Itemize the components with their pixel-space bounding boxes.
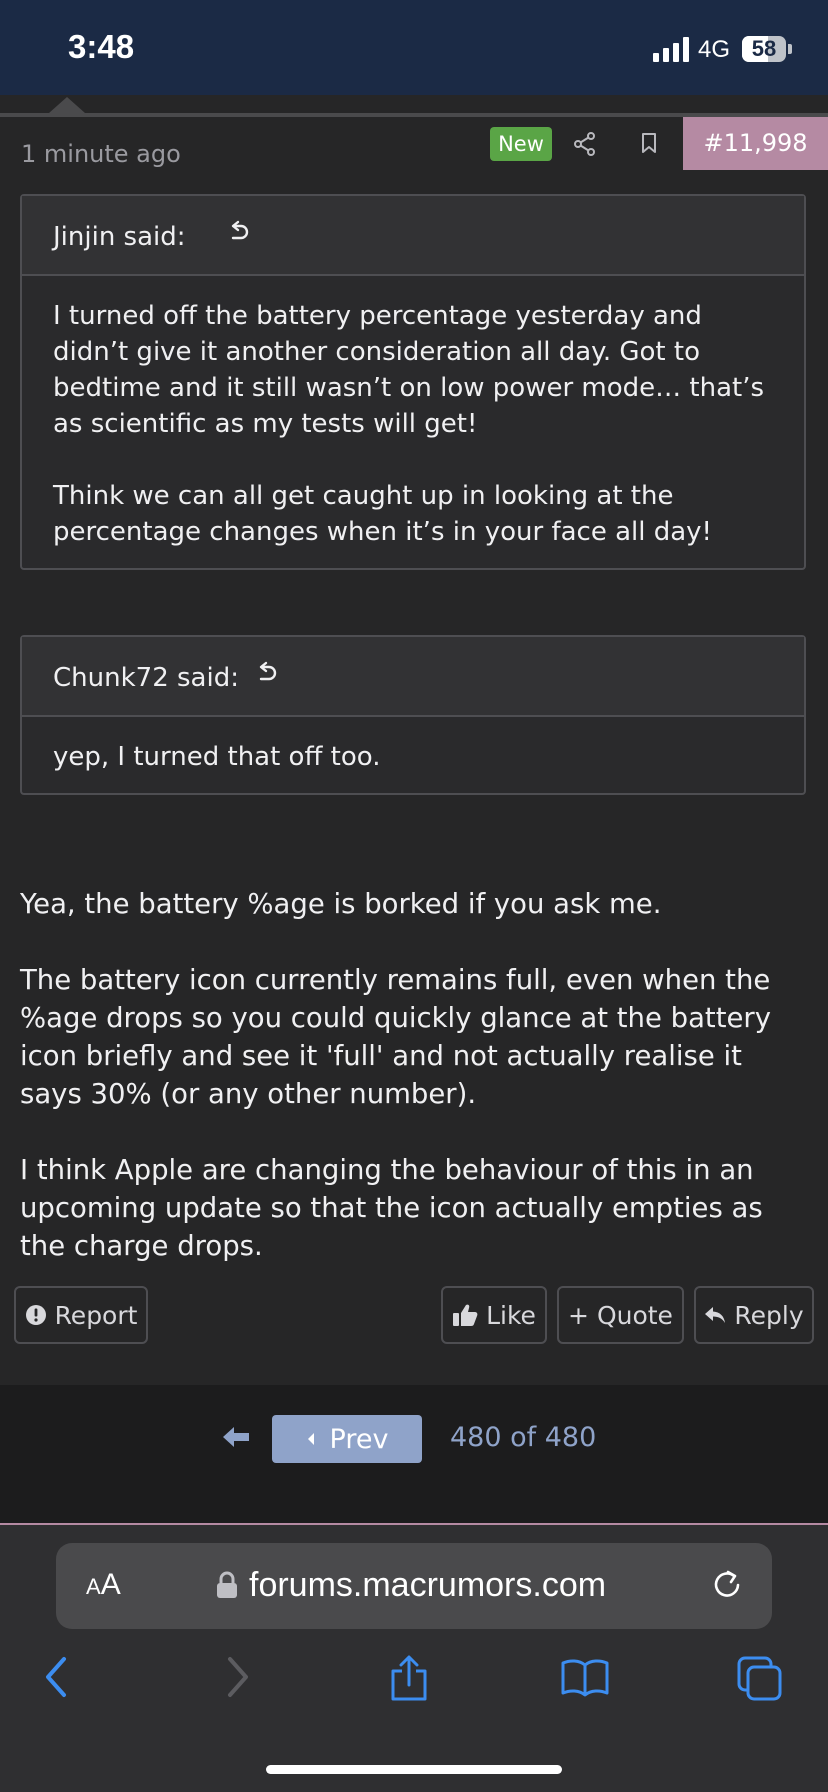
status-time: 3:48 xyxy=(68,28,135,65)
reply-arrow-icon xyxy=(705,1307,726,1323)
quote-header[interactable]: Chunk72 said: xyxy=(22,637,804,717)
thumbs-up-icon xyxy=(453,1304,478,1326)
prev-page-button[interactable]: Prev xyxy=(272,1415,422,1463)
reply-label: Reply xyxy=(734,1300,804,1330)
reply-button[interactable]: Reply xyxy=(694,1286,814,1344)
message-paragraph: Yea, the battery %age is borked if you a… xyxy=(20,888,662,920)
message-paragraph: I think Apple are changing the behaviour… xyxy=(20,1154,763,1262)
battery-icon: 58 xyxy=(742,36,786,62)
message-body: Yea, the battery %age is borked if you a… xyxy=(20,885,810,1265)
text-size-big-a: A xyxy=(100,1568,121,1601)
share-sheet-icon[interactable] xyxy=(388,1655,430,1707)
like-button[interactable]: Like xyxy=(441,1286,547,1344)
forward-icon[interactable] xyxy=(220,1655,254,1703)
back-icon[interactable] xyxy=(40,1655,74,1703)
text-size-small-a: A xyxy=(86,1574,101,1599)
quote-paragraph: yep, I turned that off too. xyxy=(53,742,381,772)
quote-block: Jinjin said: I turned off the battery pe… xyxy=(20,194,806,570)
message-paragraph: The battery icon currently remains full,… xyxy=(20,964,771,1110)
reload-icon[interactable] xyxy=(710,1568,744,1606)
caret-left-icon xyxy=(307,1433,314,1445)
go-to-quote-icon[interactable] xyxy=(254,661,280,691)
quote-block: Chunk72 said: yep, I turned that off too… xyxy=(20,635,806,795)
report-label: Report xyxy=(54,1300,138,1330)
cellular-signal-icon xyxy=(653,36,691,62)
text-size-button[interactable]: AA xyxy=(86,1568,121,1602)
quote-paragraph: Think we can all get caught up in lookin… xyxy=(53,481,712,547)
battery-tip xyxy=(788,44,792,54)
battery-percentage: 58 xyxy=(751,36,777,61)
bookmarks-icon[interactable] xyxy=(560,1655,610,1703)
home-indicator xyxy=(266,1765,562,1774)
quote-paragraph: I turned off the battery percentage yest… xyxy=(53,301,765,439)
quote-label: + Quote xyxy=(568,1300,673,1330)
prev-label: Prev xyxy=(329,1423,389,1455)
quote-body: I turned off the battery percentage yest… xyxy=(22,276,804,568)
page-count[interactable]: 480 of 480 xyxy=(450,1422,596,1453)
new-badge: New xyxy=(490,127,552,161)
alert-icon xyxy=(25,1305,46,1325)
url-text[interactable]: forums.macrumors.com xyxy=(249,1566,606,1605)
pointer-notch xyxy=(49,97,85,113)
lock-icon xyxy=(216,1571,238,1603)
post-time-ago[interactable]: 1 minute ago xyxy=(21,140,181,168)
share-icon[interactable] xyxy=(574,132,596,160)
quote-author[interactable]: Jinjin said: xyxy=(53,222,186,252)
status-bar: 3:48 4G 58 xyxy=(0,0,828,95)
quote-header[interactable]: Jinjin said: xyxy=(22,196,804,276)
back-arrow-icon[interactable] xyxy=(222,1426,250,1452)
network-type: 4G xyxy=(698,36,731,63)
bookmark-icon[interactable] xyxy=(640,132,658,158)
like-label: Like xyxy=(486,1300,536,1330)
go-to-quote-icon[interactable] xyxy=(226,220,252,250)
quote-button[interactable]: + Quote xyxy=(557,1286,684,1344)
report-button[interactable]: Report xyxy=(14,1286,148,1344)
quote-body: yep, I turned that off too. xyxy=(22,717,804,793)
post-number[interactable]: #11,998 xyxy=(683,117,828,170)
tabs-icon[interactable] xyxy=(736,1655,784,1705)
quote-author[interactable]: Chunk72 said: xyxy=(53,663,239,693)
